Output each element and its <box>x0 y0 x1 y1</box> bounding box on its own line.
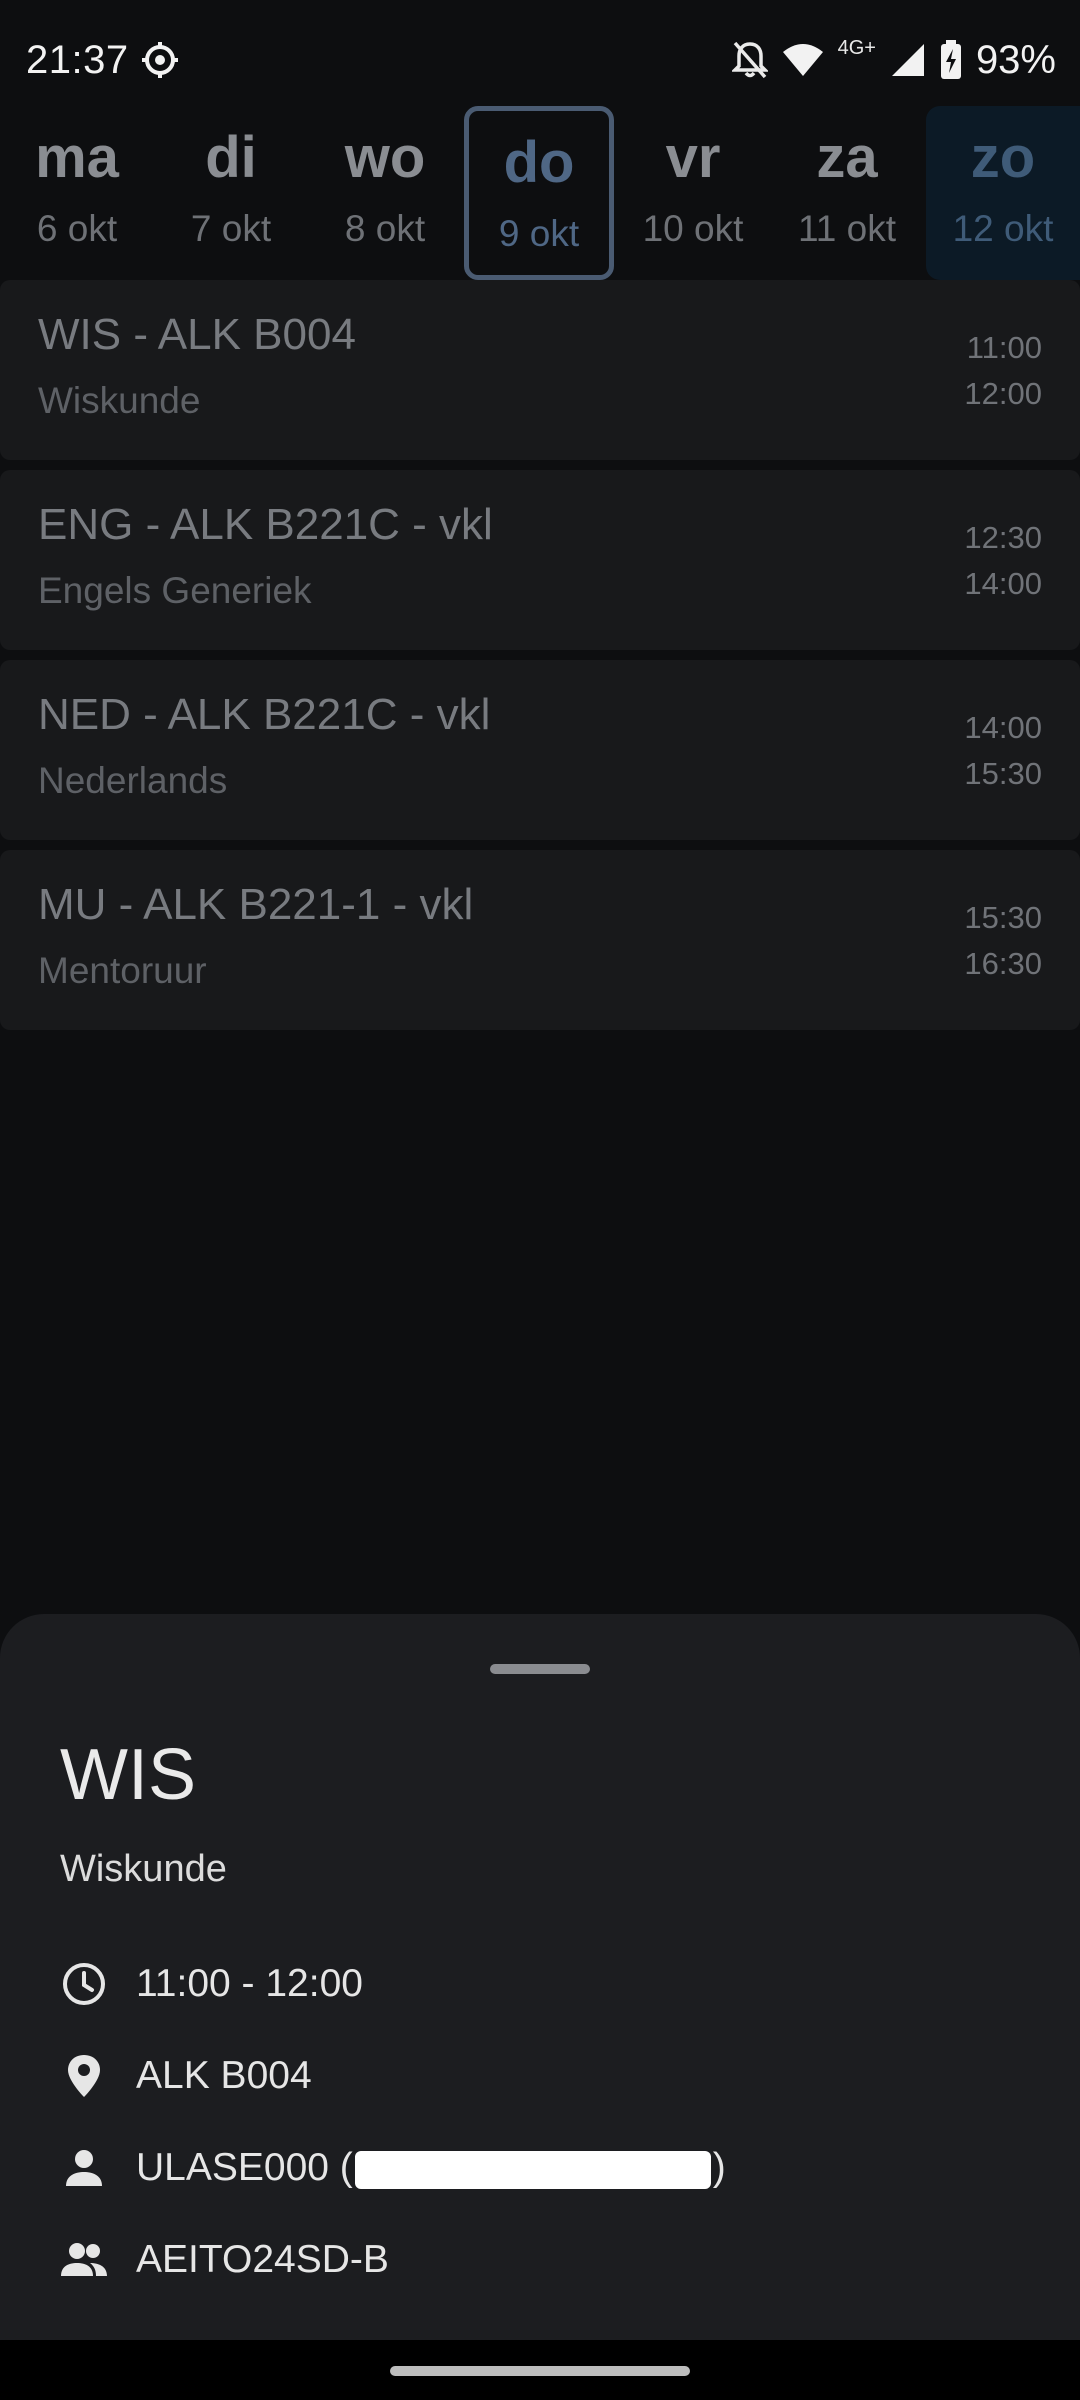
detail-time-row: 11:00 - 12:00 <box>60 1954 363 2014</box>
day-date: 8 okt <box>344 208 426 249</box>
day-tab-zo[interactable]: zo 12 okt <box>926 106 1080 280</box>
location-pin-icon <box>60 2052 108 2100</box>
status-icons: 4G+ 93% <box>731 36 1056 84</box>
lesson-title: NED - ALK B221C - vkl <box>38 690 491 739</box>
day-tab-do[interactable]: do 9 okt <box>464 106 614 280</box>
lesson-start-time: 11:00 <box>966 330 1042 365</box>
lesson-subject: Wiskunde <box>38 380 201 421</box>
lesson-start-time: 12:30 <box>964 520 1042 555</box>
day-date: 10 okt <box>642 208 744 249</box>
day-tab-wo[interactable]: wo 8 okt <box>310 106 460 280</box>
lesson-subject: Mentoruur <box>38 950 207 991</box>
day-abbr: za <box>816 125 878 190</box>
teacher-suffix: ) <box>712 2146 726 2189</box>
teacher-code: ULASE000 ( <box>136 2146 353 2189</box>
sheet-drag-handle[interactable] <box>490 1664 590 1674</box>
cell-signal-icon <box>890 42 926 78</box>
day-tab-vr[interactable]: vr 10 okt <box>618 106 768 280</box>
day-tab-za[interactable]: za 11 okt <box>772 106 922 280</box>
day-selector: ma 6 okt di 7 okt wo 8 okt do 9 okt vr 1… <box>0 106 1080 280</box>
day-abbr: zo <box>970 125 1036 190</box>
clock-icon <box>60 1960 108 2008</box>
settings-gear-icon <box>140 40 180 80</box>
group-icon <box>60 2236 108 2284</box>
battery-percent: 93% <box>975 37 1056 82</box>
wifi-icon <box>782 42 824 78</box>
day-abbr: wo <box>344 125 426 190</box>
detail-group: AEITO24SD-B <box>136 2238 389 2281</box>
status-bar: 21:37 4G+ 93% <box>0 0 1080 120</box>
lesson-subject: Nederlands <box>38 760 228 801</box>
detail-time: 11:00 - 12:00 <box>136 1962 363 2005</box>
day-date: 11 okt <box>797 208 897 249</box>
detail-teacher: ULASE000 () <box>136 2146 726 2190</box>
detail-group-row: AEITO24SD-B <box>60 2230 389 2290</box>
day-abbr: di <box>205 125 257 190</box>
detail-teacher-row: ULASE000 () <box>60 2138 726 2198</box>
day-tab-di[interactable]: di 7 okt <box>156 106 306 280</box>
status-time: 21:37 <box>26 38 129 82</box>
day-date: 12 okt <box>952 208 1054 249</box>
lesson-start-time: 15:30 <box>964 900 1042 935</box>
person-icon <box>60 2144 108 2192</box>
lesson-card[interactable]: WIS - ALK B004 Wiskunde 11:00 12:00 <box>0 280 1080 460</box>
battery-charging-icon <box>940 40 962 80</box>
detail-location-row: ALK B004 <box>60 2046 312 2106</box>
lesson-end-time: 12:00 <box>964 376 1042 411</box>
redacted-name <box>354 2150 711 2189</box>
lesson-end-time: 14:00 <box>964 566 1042 601</box>
lesson-subject: Engels Generiek <box>38 570 312 611</box>
day-date: 7 okt <box>190 208 272 249</box>
home-gesture-handle[interactable] <box>390 2366 690 2376</box>
lesson-title: MU - ALK B221-1 - vkl <box>38 880 474 929</box>
mute-bell-icon <box>731 40 768 80</box>
day-abbr: do <box>503 130 575 195</box>
network-type: 4G+ <box>837 36 876 59</box>
lesson-start-time: 14:00 <box>964 710 1042 745</box>
lesson-detail-sheet: WIS Wiskunde 11:00 - 12:00 ALK B004 ULAS… <box>0 1614 1080 2340</box>
lesson-end-time: 15:30 <box>964 756 1042 791</box>
day-date: 9 okt <box>498 213 580 254</box>
lesson-card[interactable]: ENG - ALK B221C - vkl Engels Generiek 12… <box>0 470 1080 650</box>
day-tab-ma[interactable]: ma 6 okt <box>2 106 152 280</box>
day-abbr: ma <box>35 125 119 190</box>
detail-title: WIS <box>60 1735 196 1815</box>
navigation-bar <box>0 2340 1080 2400</box>
lesson-title: ENG - ALK B221C - vkl <box>38 500 493 549</box>
detail-location: ALK B004 <box>136 2054 312 2097</box>
lesson-card[interactable]: MU - ALK B221-1 - vkl Mentoruur 15:30 16… <box>0 850 1080 1030</box>
lesson-card[interactable]: NED - ALK B221C - vkl Nederlands 14:00 1… <box>0 660 1080 840</box>
day-date: 6 okt <box>36 208 118 249</box>
lesson-end-time: 16:30 <box>964 946 1042 981</box>
day-abbr: vr <box>665 125 721 190</box>
lesson-title: WIS - ALK B004 <box>38 310 356 359</box>
detail-subject: Wiskunde <box>60 1848 227 1890</box>
